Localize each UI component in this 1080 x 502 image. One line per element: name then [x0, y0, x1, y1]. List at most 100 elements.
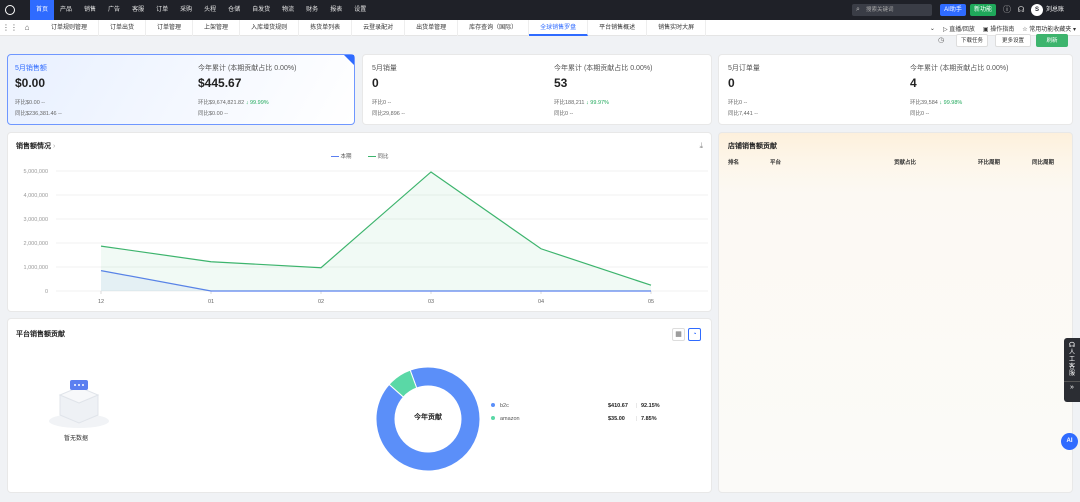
metric-card-volume[interactable]: 5月销量 0 环比0 -- 同比29,896 -- 今年累计 (本期贡献占比 0…	[362, 54, 712, 125]
platform-name: amazon	[500, 416, 520, 422]
metric-card-sales[interactable]: 5月销售额 $0.00 环比$0.00 -- 同比$236,381.46 -- …	[7, 54, 355, 125]
metric-label: 5月订单量	[728, 65, 760, 72]
x-tick-label: 01	[208, 299, 214, 305]
metric-label: 5月销售额	[15, 65, 47, 72]
user-name[interactable]: 刘总账	[1046, 4, 1064, 16]
sales-line-chart: 5,000,000 4,000,000 3,000,000 2,000,000 1,00…	[24, 169, 708, 305]
tab-item[interactable]: 上架管理	[193, 19, 241, 36]
info-icon[interactable]: ⓘ	[1001, 4, 1013, 16]
metric-ytd-yoy: 同比$0.00 --	[198, 111, 228, 117]
tab-item[interactable]: 订单规则管理	[40, 19, 100, 36]
col-yoy[interactable]: 同比周期	[1032, 158, 1054, 166]
headset-icon[interactable]: ☊	[1064, 338, 1080, 349]
legend-dot	[491, 403, 495, 407]
platform-pct: 92.15%	[641, 403, 660, 409]
home-icon[interactable]: ⌂	[20, 23, 34, 32]
x-tick-label: 04	[538, 299, 544, 305]
main-nav: 首页 产品 销售 广告 客服 订单 采购 头程 仓储 自发货 物流 财务 报表 设置	[30, 0, 372, 20]
more-settings-button[interactable]: 更多设置	[995, 34, 1031, 47]
nav-item[interactable]: 销售	[78, 0, 102, 20]
y-tick-label: 0	[45, 289, 48, 295]
live-replay-link[interactable]: ▷ 直播/回放	[943, 24, 975, 33]
col-mom[interactable]: 环比周期	[978, 158, 1000, 166]
search-input[interactable]: 搜索关键词	[852, 4, 932, 16]
x-tick-label: 12	[98, 299, 104, 305]
nav-item[interactable]: 报表	[324, 0, 348, 20]
tab-item[interactable]: 拣货单列表	[299, 19, 353, 36]
guide-link[interactable]: ▣ 操作指南	[983, 24, 1014, 33]
platform-legend-row[interactable]: amazon $35.00 | 7.85%	[491, 416, 671, 422]
side-service-tool[interactable]: ☊ 人工客服 »	[1064, 338, 1080, 402]
tab-item[interactable]: 库存查询（国际）	[458, 19, 530, 36]
x-tick-label: 05	[648, 299, 654, 305]
nav-item[interactable]: 头程	[198, 0, 222, 20]
tab-item[interactable]: 订单出货	[99, 19, 147, 36]
metric-mom: 环比$0.00 --	[15, 100, 45, 106]
tab-item[interactable]: 入库增货规则	[240, 19, 300, 36]
chevron-down-icon[interactable]: ⌄	[930, 25, 935, 32]
refresh-button[interactable]: 刷新	[1036, 34, 1068, 47]
sales-panel: 销售额情况 › 本期 同比 ⤓ 5,000,000 4,000,000 3,000,…	[7, 132, 712, 312]
y-tick-label: 4,000,000	[24, 193, 48, 199]
empty-box-icon	[49, 380, 109, 428]
nav-item[interactable]: 订单	[150, 0, 174, 20]
metric-yoy: 同比29,896 --	[372, 111, 406, 117]
metric-ytd-label: 今年累计 (本期贡献占比 0.00%)	[910, 65, 1009, 72]
panel-title: 平台销售额贡献	[16, 331, 65, 338]
metric-mom: 环比0 --	[728, 100, 748, 106]
metric-card-orders[interactable]: 5月订单量 0 环比0 -- 同比7,441 -- 今年累计 (本期贡献占比 0…	[718, 54, 1073, 125]
panel-title: 店铺销售额贡献	[728, 143, 777, 150]
y-tick-label: 1,000,000	[24, 265, 48, 271]
download-tasks-button[interactable]: 下载任务	[956, 34, 988, 47]
nav-item[interactable]: 客服	[126, 0, 150, 20]
nav-item[interactable]: 设置	[348, 0, 372, 20]
pie-view-icon[interactable]: ◔	[688, 328, 701, 341]
nav-item[interactable]: 采购	[174, 0, 198, 20]
store-contribution-panel: 店铺销售额贡献 排名 平台 贡献占比 环比周期 同比周期	[718, 132, 1073, 493]
favorites-link[interactable]: ☆ 常用功能收藏夹 ▾	[1022, 24, 1076, 33]
metric-ytd-yoy: 同比0 --	[910, 111, 930, 117]
apps-grid-icon[interactable]: ⋮⋮	[0, 23, 20, 32]
tab-item[interactable]: 出货单管理	[405, 19, 459, 36]
nav-item[interactable]: 物流	[276, 0, 300, 20]
clock-icon[interactable]: ◷	[938, 36, 950, 46]
donut-center-label: 今年贡献	[414, 414, 442, 421]
ai-assistant-button[interactable]: AI助手	[940, 4, 966, 16]
tab-item[interactable]: 平台销售概述	[588, 19, 648, 36]
metric-yoy: 同比$236,381.46 --	[15, 111, 62, 117]
metric-ytd-value: 4	[910, 76, 917, 90]
col-platform: 平台	[770, 160, 782, 166]
nav-item[interactable]: 自发货	[246, 0, 276, 20]
service-label[interactable]: 人工客服	[1069, 350, 1076, 378]
nav-item[interactable]: 仓储	[222, 0, 246, 20]
collapse-icon[interactable]: »	[1064, 381, 1080, 391]
headset-icon[interactable]: ☊	[1015, 4, 1027, 16]
series-area	[101, 171, 651, 291]
platform-legend-row[interactable]: b2c $410.67 | 92.15%	[491, 403, 671, 409]
ai-chat-button[interactable]: AI	[1061, 433, 1078, 450]
col-rank: 排名	[728, 160, 740, 166]
app-logo[interactable]	[0, 0, 20, 20]
new-feature-button[interactable]: 新功能	[970, 4, 996, 16]
tab-item[interactable]: 销售实时大屏	[647, 19, 707, 36]
table-view-icon[interactable]: ▦	[672, 328, 685, 341]
tab-item[interactable]: 全球销售罗盘	[529, 19, 589, 36]
metric-value: $0.00	[15, 76, 46, 90]
metric-value: 0	[728, 76, 735, 90]
platform-name: b2c	[500, 403, 509, 409]
nav-item[interactable]: 首页	[30, 0, 55, 20]
metric-ytd-label: 今年累计 (本期贡献占比 0.00%)	[198, 65, 297, 72]
tab-item[interactable]: 云登录配对	[352, 19, 406, 36]
nav-item[interactable]: 财务	[300, 0, 324, 20]
tab-item[interactable]: 订单管理	[146, 19, 194, 36]
metric-ytd-label: 今年累计 (本期贡献占比 0.00%)	[554, 65, 653, 72]
nav-item[interactable]: 广告	[102, 0, 126, 20]
legend-dot	[491, 416, 495, 420]
metric-yoy: 同比7,441 --	[728, 111, 758, 117]
col-share[interactable]: 贡献占比	[894, 158, 916, 166]
metric-ytd-value: $445.67	[198, 76, 242, 90]
nav-item[interactable]: 产品	[54, 0, 78, 20]
metric-ytd-value: 53	[554, 76, 568, 90]
x-tick-label: 03	[428, 299, 434, 305]
avatar[interactable]: S	[1031, 4, 1043, 16]
